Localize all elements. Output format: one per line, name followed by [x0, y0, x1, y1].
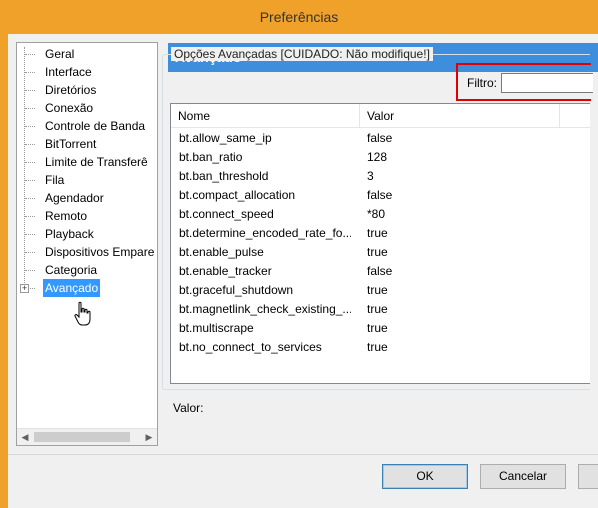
- tree-item-label: Remoto: [45, 209, 88, 223]
- scrollbar-thumb[interactable]: [34, 432, 130, 442]
- ok-button[interactable]: OK: [382, 464, 468, 489]
- row-value: false: [367, 264, 393, 278]
- tree-item-label: Dispositivos Empare: [45, 245, 155, 259]
- apply-button[interactable]: [578, 464, 598, 489]
- cancel-button[interactable]: Cancelar: [480, 464, 566, 489]
- tree-connector: [25, 216, 35, 217]
- table-row[interactable]: bt.compact_allocation false: [171, 186, 590, 205]
- column-header-value[interactable]: Valor: [360, 104, 560, 128]
- row-value: true: [367, 226, 388, 240]
- tree-item-label: Controle de Banda: [45, 119, 146, 133]
- tree-connector: [25, 54, 35, 55]
- row-value: 128: [367, 150, 388, 164]
- row-name: bt.ban_ratio: [179, 150, 243, 164]
- table-row[interactable]: bt.enable_pulse true: [171, 243, 590, 262]
- table-row[interactable]: bt.ban_ratio 128: [171, 148, 590, 167]
- row-name: bt.no_connect_to_services: [179, 340, 322, 354]
- tree-connector: [25, 270, 35, 271]
- filter-highlight: Filtro:: [456, 63, 593, 101]
- table-row[interactable]: bt.ban_threshold 3: [171, 167, 590, 186]
- tree-item-label: Agendador: [45, 191, 104, 205]
- row-name: bt.ban_threshold: [179, 169, 269, 183]
- tree-connector: [25, 126, 35, 127]
- table-row[interactable]: bt.enable_tracker false: [171, 262, 590, 281]
- row-name: bt.enable_tracker: [179, 264, 272, 278]
- tree-connector: [25, 252, 35, 253]
- row-name: bt.enable_pulse: [179, 245, 264, 259]
- table-row[interactable]: bt.multiscrape true: [171, 319, 590, 338]
- tree-connector: [25, 108, 35, 109]
- row-value: true: [367, 321, 388, 335]
- tree-horizontal-scrollbar[interactable]: ◀ ▶: [17, 428, 157, 445]
- table-row[interactable]: bt.allow_same_ip false: [171, 129, 590, 148]
- tree-connector: [25, 180, 35, 181]
- row-value: true: [367, 245, 388, 259]
- plus-box-icon[interactable]: +: [20, 284, 29, 293]
- preferences-window: Preferências Geral Interface Diretórios …: [0, 0, 598, 508]
- window-title: Preferências: [259, 9, 339, 25]
- tree-connector: [25, 144, 35, 145]
- row-value: true: [367, 340, 388, 354]
- table-row[interactable]: bt.determine_encoded_rate_fo... true: [171, 224, 590, 243]
- table-row[interactable]: bt.connect_speed *80: [171, 205, 590, 224]
- hand-pointer-icon: [74, 301, 91, 326]
- tree-item-label: Fila: [45, 173, 65, 187]
- row-value: true: [367, 302, 388, 316]
- tree-connector: [25, 162, 35, 163]
- row-name: bt.connect_speed: [179, 207, 274, 221]
- row-value: true: [367, 283, 388, 297]
- tree-item-label: Categoria: [45, 263, 98, 277]
- scroll-right-icon[interactable]: ▶: [144, 432, 154, 442]
- row-name: bt.allow_same_ip: [179, 131, 272, 145]
- value-label: Valor:: [173, 401, 204, 415]
- tree-connector: [25, 198, 35, 199]
- tree-item-label: BitTorrent: [45, 137, 97, 151]
- row-value: false: [367, 131, 393, 145]
- tree-item-label: Limite de Transferê: [45, 155, 148, 169]
- scroll-left-icon[interactable]: ◀: [20, 432, 30, 442]
- footer-separator: [8, 454, 598, 455]
- tree-connector-line: [24, 47, 25, 291]
- filter-label: Filtro:: [467, 76, 497, 90]
- tree-connector: [25, 90, 35, 91]
- row-value: false: [367, 188, 393, 202]
- tree-connector: [25, 72, 35, 73]
- tree-item-label: Diretórios: [45, 83, 97, 97]
- row-value: *80: [367, 207, 386, 221]
- column-header-name[interactable]: Nome: [171, 104, 360, 128]
- group-title: Opções Avançadas [CUIDADO: Não modifique…: [171, 47, 433, 61]
- tree-item-label: Avançado: [43, 279, 101, 297]
- table-row[interactable]: bt.no_connect_to_services true: [171, 338, 590, 357]
- list-header: Nome Valor: [171, 104, 590, 128]
- tree-item-label: Playback: [45, 227, 94, 241]
- tree-item-label: Interface: [45, 65, 92, 79]
- table-row[interactable]: bt.graceful_shutdown true: [171, 281, 590, 300]
- tree-connector: [25, 234, 35, 235]
- tree-item-label: Geral: [45, 47, 75, 61]
- row-value: 3: [367, 169, 374, 183]
- row-name: bt.multiscrape: [179, 321, 254, 335]
- row-name: bt.graceful_shutdown: [179, 283, 294, 297]
- category-tree[interactable]: Geral Interface Diretórios Conexão Contr…: [16, 42, 158, 446]
- advanced-settings-list[interactable]: Nome Valor bt.allow_same_ip false bt.ban_…: [170, 103, 590, 384]
- row-name: bt.magnetlink_check_existing_...: [179, 302, 351, 316]
- tree-item-label: Conexão: [45, 101, 94, 115]
- row-name: bt.compact_allocation: [179, 188, 296, 202]
- filter-input[interactable]: [501, 73, 593, 93]
- table-row[interactable]: bt.magnetlink_check_existing_... true: [171, 300, 590, 319]
- row-name: bt.determine_encoded_rate_fo...: [179, 226, 351, 240]
